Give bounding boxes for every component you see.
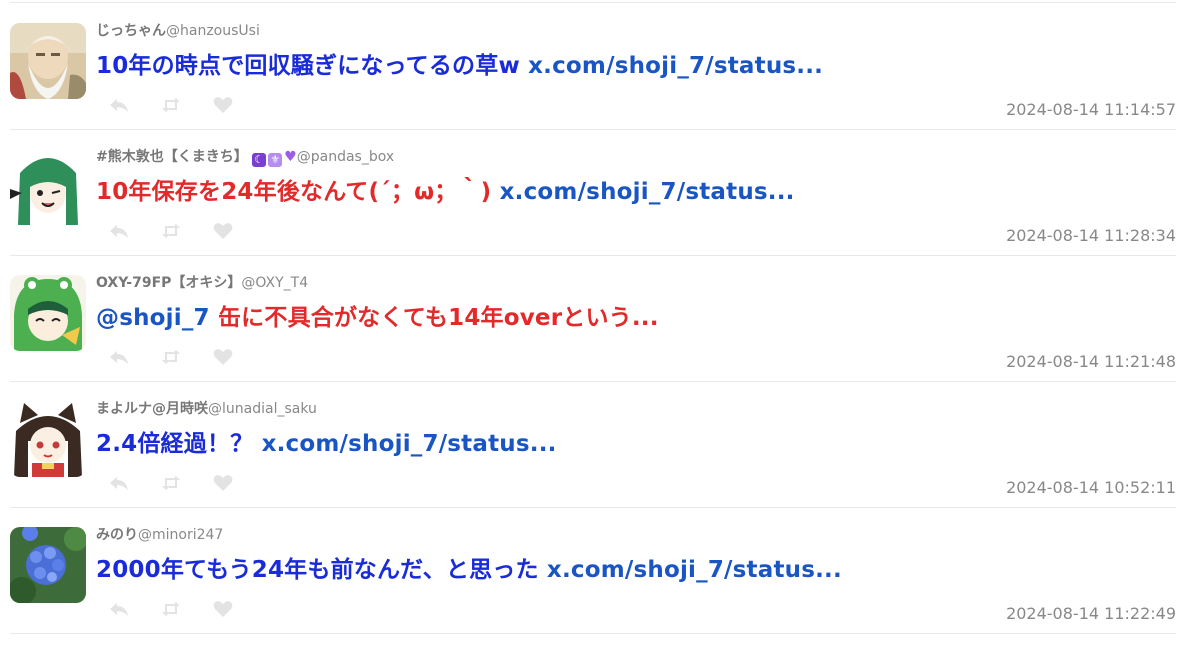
display-name[interactable]: まよルナ@月時咲 [96, 401, 208, 417]
tweet-item: じっちゃん@hanzousUsi 10年の時点で回収騒ぎになってるの草w x.c… [10, 4, 1176, 130]
tweet-text: 2.4倍経過！？ x.com/shoji_7/status... [96, 428, 557, 460]
user-handle[interactable]: @hanzousUsi [166, 23, 260, 39]
tweet-item: まよルナ@月時咲@lunadial_saku 2.4倍経過！？ x.com/sh… [10, 382, 1176, 508]
timestamp: 2024-08-14 10:52:11 [1006, 478, 1176, 497]
tweet-feed: じっちゃん@hanzousUsi 10年の時点で回収騒ぎになってるの草w x.c… [0, 0, 1200, 653]
top-divider [10, 2, 1176, 3]
tweet-actions [108, 472, 264, 494]
timestamp: 2024-08-14 11:21:48 [1006, 352, 1176, 371]
retweet-icon[interactable] [160, 346, 182, 368]
display-name[interactable]: じっちゃん [96, 23, 166, 39]
cat-ear-avatar[interactable] [10, 401, 86, 477]
user-handle[interactable]: @minori247 [138, 527, 223, 543]
user-handle[interactable]: @pandas_box [297, 149, 394, 165]
tweet-item: みのり@minori247 2000年てもう24年も前なんだ、と思った x.co… [10, 508, 1176, 634]
heart-icon[interactable] [212, 346, 234, 368]
user-line: じっちゃん@hanzousUsi [96, 22, 260, 40]
tweet-body: 2000年てもう24年も前なんだ、と思った [96, 557, 539, 583]
reply-icon[interactable] [108, 346, 130, 368]
tweet-body: 2.4倍経過！？ [96, 431, 254, 457]
user-line: まよルナ@月時咲@lunadial_saku [96, 400, 317, 418]
reply-icon[interactable] [108, 220, 130, 242]
tweet-body: 缶に不具合がなくても14年overという... [217, 305, 659, 331]
display-name[interactable]: みのり [96, 527, 138, 543]
old-man-avatar[interactable] [10, 23, 86, 99]
user-line: OXY-79FP【オキシ】@OXY_T4 [96, 274, 308, 292]
tweet-body: 10年の時点で回収騒ぎになってるの草w [96, 53, 520, 79]
timestamp: 2024-08-14 11:14:57 [1006, 100, 1176, 119]
tweet-actions [108, 346, 264, 368]
user-line: みのり@minori247 [96, 526, 223, 544]
tweet-text: 2000年てもう24年も前なんだ、と思った x.com/shoji_7/stat… [96, 554, 842, 586]
display-name[interactable]: OXY-79FP【オキシ】 [96, 275, 241, 291]
timestamp: 2024-08-14 11:28:34 [1006, 226, 1176, 245]
retweet-icon[interactable] [160, 472, 182, 494]
user-handle[interactable]: @OXY_T4 [241, 275, 308, 291]
tweet-text: @shoji_7 缶に不具合がなくても14年overという... [96, 302, 659, 334]
status-link[interactable]: x.com/shoji_7/status... [500, 179, 795, 205]
display-name[interactable]: #熊木敦也【くまきち】 [96, 149, 248, 165]
user-handle[interactable]: @lunadial_saku [208, 401, 317, 417]
timestamp: 2024-08-14 11:22:49 [1006, 604, 1176, 623]
heart-icon[interactable] [212, 472, 234, 494]
tweet-text: 10年保存を24年後なんて(´；ω；｀) x.com/shoji_7/statu… [96, 176, 795, 208]
user-line: #熊木敦也【くまきち】 ☾ ⚜ ♥@pandas_box [96, 148, 394, 167]
retweet-icon[interactable] [160, 598, 182, 620]
status-link[interactable]: x.com/shoji_7/status... [547, 557, 842, 583]
reply-icon[interactable] [108, 472, 130, 494]
heart-icon[interactable] [212, 598, 234, 620]
retweet-icon[interactable] [160, 220, 182, 242]
status-link[interactable]: x.com/shoji_7/status... [528, 53, 823, 79]
retweet-icon[interactable] [160, 94, 182, 116]
purple-heart-icon: ♥ [284, 149, 297, 165]
frog-hood-avatar[interactable] [10, 275, 86, 351]
tweet-item: OXY-79FP【オキシ】@OXY_T4 @shoji_7 缶に不具合がなくても… [10, 256, 1176, 382]
tweet-body: 10年保存を24年後なんて(´；ω；｀) [96, 179, 492, 205]
tweet-actions [108, 220, 264, 242]
tweet-text: 10年の時点で回収騒ぎになってるの草w x.com/shoji_7/status… [96, 50, 823, 82]
tweet-actions [108, 598, 264, 620]
green-hair-avatar[interactable] [10, 149, 86, 225]
reply-icon[interactable] [108, 598, 130, 620]
reply-icon[interactable] [108, 94, 130, 116]
tweet-item: #熊木敦也【くまきち】 ☾ ⚜ ♥@pandas_box 10年保存を24年後なんて… [10, 130, 1176, 256]
mention-link[interactable]: @shoji_7 [96, 305, 210, 331]
moon-badge-icon: ☾ [252, 153, 267, 167]
heart-icon[interactable] [212, 94, 234, 116]
fleur-badge-icon: ⚜ [268, 153, 283, 167]
tweet-actions [108, 94, 264, 116]
status-link[interactable]: x.com/shoji_7/status... [262, 431, 557, 457]
hydrangea-avatar[interactable] [10, 527, 86, 603]
heart-icon[interactable] [212, 220, 234, 242]
